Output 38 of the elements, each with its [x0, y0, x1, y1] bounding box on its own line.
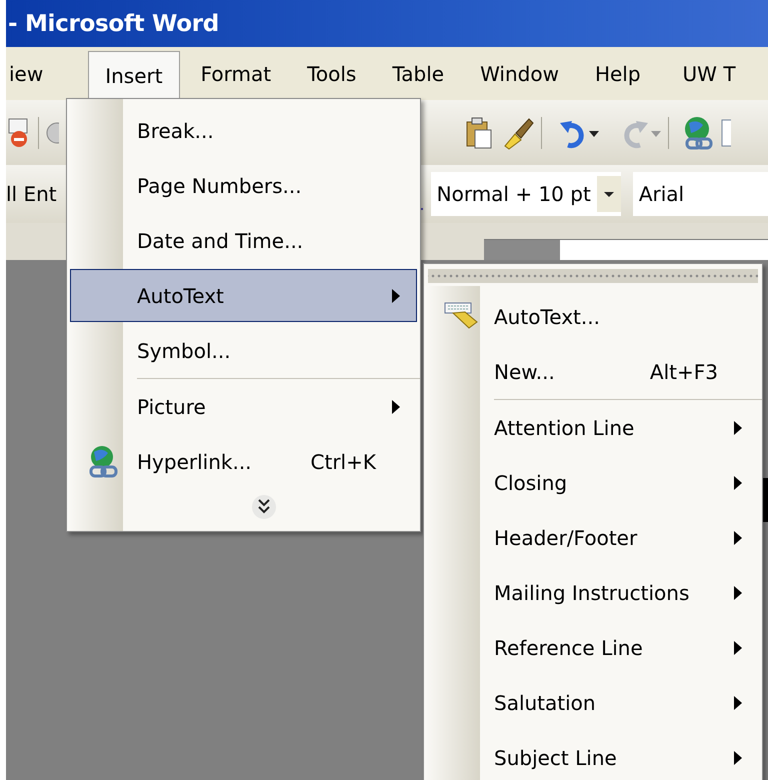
menu-item[interactable]: Help [580, 50, 656, 98]
menu-item[interactable]: Table [377, 50, 460, 98]
font-dropdown[interactable]: Arial [632, 172, 768, 216]
menu-item[interactable]: Salutation [427, 676, 759, 729]
expand-icon[interactable] [250, 494, 276, 520]
menu-item[interactable]: Header/Footer [427, 511, 759, 564]
menu-item[interactable]: Reference Line [427, 621, 759, 674]
menu-item[interactable]: iew [6, 50, 58, 98]
menu-item[interactable]: Hyperlink... Ctrl+K [70, 435, 417, 488]
submenu-arrow-icon[interactable] [733, 530, 743, 544]
menu-item[interactable]: Format [186, 50, 286, 98]
menu-item[interactable]: Break... [70, 104, 417, 157]
submenu-arrow-icon[interactable] [733, 750, 743, 764]
menu-item[interactable]: Page Numbers... [70, 159, 417, 212]
menu-item[interactable]: Attention Line [427, 401, 759, 454]
menu-item[interactable]: AutoText [70, 269, 417, 322]
drag-handle[interactable] [428, 269, 758, 283]
menu-item[interactable]: Tools [292, 50, 372, 98]
submenu-arrow-icon[interactable] [733, 640, 743, 654]
menu-item[interactable]: Date and Time... [70, 214, 417, 267]
menu-item[interactable]: Mailing Instructions [427, 566, 759, 619]
menu-item[interactable]: New... Alt+F3 [427, 345, 759, 398]
submenu-arrow-icon[interactable] [391, 288, 401, 302]
submenu-arrow-icon[interactable] [733, 696, 743, 710]
menu-item[interactable]: Closing [427, 456, 759, 509]
menu-item[interactable]: AutoText... [427, 290, 759, 343]
menu-item[interactable]: UW T [668, 50, 751, 98]
submenu-arrow-icon[interactable] [733, 586, 743, 600]
styles-button[interactable]: ll Ent [6, 176, 57, 212]
style-dropdown[interactable]: Normal + 10 pt [430, 172, 621, 216]
submenu-arrow-icon[interactable] [733, 476, 743, 490]
menu-item[interactable]: Window [465, 50, 574, 98]
submenu-arrow-icon[interactable] [391, 400, 401, 414]
menu-item[interactable]: Subject Line [427, 731, 759, 780]
menu-item[interactable]: Symbol... [70, 324, 417, 377]
window-title: - Microsoft Word [8, 10, 219, 36]
menu-item[interactable]: Picture [70, 380, 417, 433]
submenu-arrow-icon[interactable] [733, 420, 743, 434]
